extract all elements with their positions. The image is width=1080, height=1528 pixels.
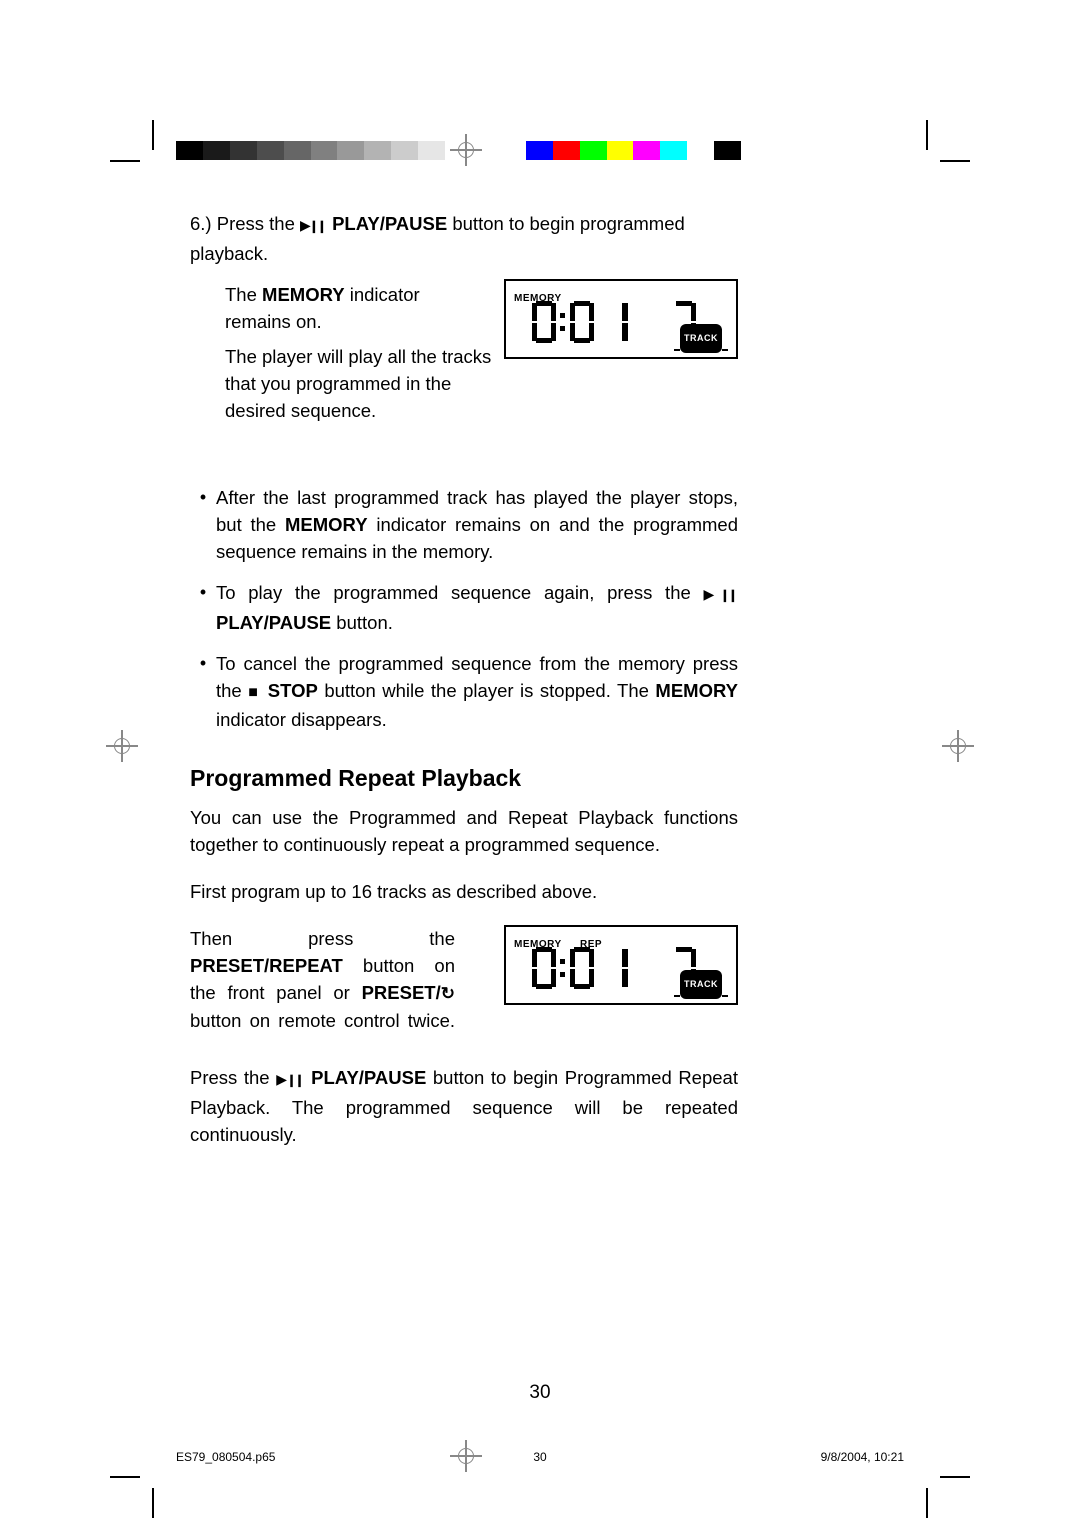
lcd-track-label: TRACK (674, 967, 728, 999)
lcd-digits (532, 301, 696, 343)
page-number: 30 (0, 1382, 1080, 1404)
crop-mark (110, 1476, 140, 1478)
lcd-digits (532, 947, 696, 989)
repeat-icon (441, 982, 455, 1003)
paragraph: First program up to 16 tracks as describ… (190, 878, 738, 905)
step-6: 6.) Press the PLAY/PAUSE button to begin… (190, 210, 738, 267)
play-pause-icon (300, 213, 327, 234)
step-6-detail: The MEMORY indicator remains on. (225, 281, 485, 335)
play-pause-icon (276, 1067, 304, 1088)
page: 6.) Press the PLAY/PAUSE button to begin… (0, 0, 1080, 1528)
paragraph-final: Press the PLAY/PAUSE button to begin Pro… (190, 1064, 738, 1148)
bullet-icon: • (190, 579, 216, 636)
content-area: 6.) Press the PLAY/PAUSE button to begin… (190, 210, 738, 1168)
registration-target-icon (450, 134, 482, 166)
crop-mark (152, 120, 154, 150)
paragraph: You can use the Programmed and Repeat Pl… (190, 804, 738, 858)
crop-mark (926, 120, 928, 150)
crop-mark (110, 160, 140, 162)
paragraph-preset-repeat: Then press the PRESET/REPEAT button on t… (190, 925, 455, 1034)
note-item: •To cancel the programmed sequence from … (190, 650, 738, 733)
bullet-icon: • (190, 650, 216, 733)
note-item: •To play the programmed sequence again, … (190, 579, 738, 636)
registration-target-icon (106, 730, 138, 762)
footer-filename: ES79_080504.p65 (176, 1450, 376, 1464)
lcd-display-memory: MEMORY TRACK (504, 279, 738, 359)
label-play-pause: PLAY/PAUSE (332, 213, 447, 234)
crop-mark (940, 160, 970, 162)
footer-pagenum: 30 (520, 1450, 560, 1464)
notes-list: •After the last programmed track has pla… (190, 484, 738, 733)
lcd-display-memory-rep: MEMORY REP TRACK (504, 925, 738, 1005)
stop-icon (248, 680, 261, 701)
lcd-track-label: TRACK (674, 321, 728, 353)
section-heading: Programmed Repeat Playback (190, 765, 738, 792)
play-pause-icon (704, 582, 738, 603)
step-6-detail: The player will play all the tracks that… (225, 343, 495, 424)
note-item: •After the last programmed track has pla… (190, 484, 738, 565)
crop-mark (926, 1488, 928, 1518)
crop-mark (152, 1488, 154, 1518)
footer: ES79_080504.p65 30 9/8/2004, 10:21 (176, 1450, 904, 1464)
registration-target-icon (942, 730, 974, 762)
bullet-icon: • (190, 484, 216, 565)
footer-date: 9/8/2004, 10:21 (704, 1450, 904, 1464)
crop-mark (940, 1476, 970, 1478)
step-number: 6.) (190, 213, 212, 234)
